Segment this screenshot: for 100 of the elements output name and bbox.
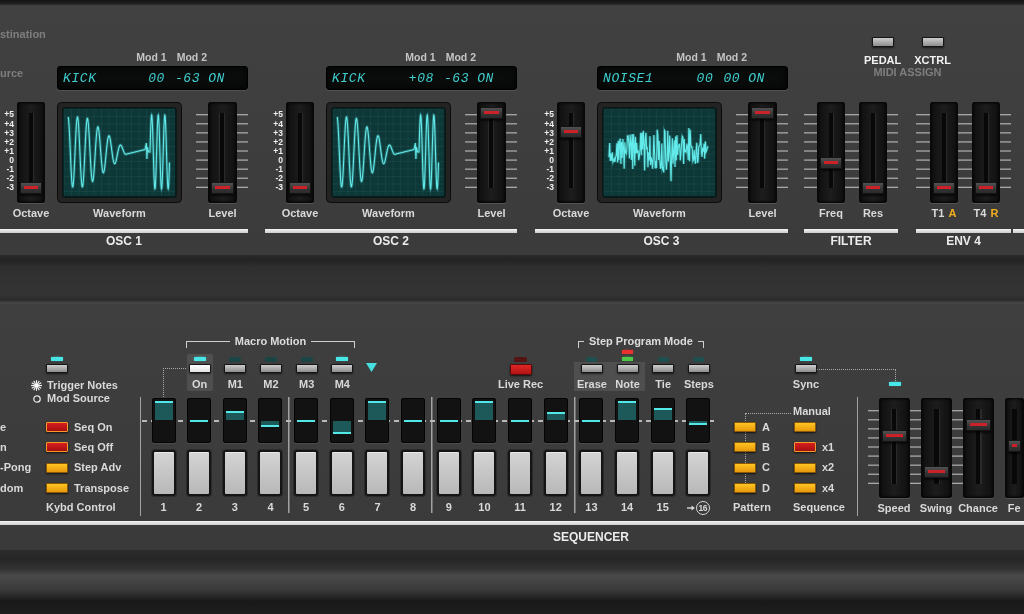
- button-label: Sync: [792, 378, 820, 391]
- step-key[interactable]: [508, 450, 533, 496]
- midi-assign-button[interactable]: [921, 37, 944, 47]
- value-marker[interactable]: [297, 419, 316, 422]
- macro-button[interactable]: [188, 364, 211, 373]
- pattern-button[interactable]: [734, 442, 756, 453]
- octave-scale-label: +1: [273, 146, 283, 156]
- sync-button[interactable]: [795, 364, 817, 373]
- pattern-button[interactable]: [734, 462, 756, 473]
- value-marker[interactable]: [332, 431, 351, 434]
- slider-handle[interactable]: [751, 107, 774, 119]
- step-key[interactable]: [365, 450, 390, 496]
- value-marker[interactable]: [653, 408, 672, 411]
- octave-scale-label: +4: [273, 119, 283, 129]
- step-key[interactable]: [294, 450, 319, 496]
- trigger-button[interactable]: [46, 364, 68, 373]
- sequence-button[interactable]: [794, 422, 816, 433]
- button-label: Steps: [683, 378, 714, 391]
- slider-handle[interactable]: [1007, 439, 1021, 452]
- midi-assign-button[interactable]: [871, 37, 894, 47]
- mode-button[interactable]: [616, 364, 639, 373]
- macro-button[interactable]: [260, 364, 282, 373]
- value-marker[interactable]: [154, 401, 173, 404]
- value-marker[interactable]: [225, 410, 244, 413]
- step-key[interactable]: [187, 450, 212, 496]
- step-key[interactable]: [258, 450, 283, 496]
- step-key[interactable]: [543, 450, 568, 496]
- pattern-button[interactable]: [734, 483, 756, 494]
- step-key[interactable]: [472, 450, 497, 496]
- value-marker[interactable]: [546, 412, 565, 415]
- macro-button[interactable]: [224, 364, 247, 373]
- slider-handle[interactable]: [881, 430, 907, 442]
- step-key[interactable]: [436, 450, 461, 496]
- step-key[interactable]: [151, 450, 176, 496]
- patch-name: KICK: [63, 70, 97, 86]
- kybd-control-button[interactable]: [46, 422, 68, 433]
- value-marker[interactable]: [190, 419, 209, 422]
- step-number: 12: [549, 501, 562, 514]
- value-marker[interactable]: [404, 419, 423, 422]
- kybd-control-button[interactable]: [46, 483, 68, 494]
- slider-track[interactable]: [923, 409, 949, 484]
- button-label: C: [762, 461, 770, 475]
- live-rec-button[interactable]: [509, 364, 532, 375]
- step-key[interactable]: [329, 450, 354, 496]
- pattern-button[interactable]: [734, 422, 756, 433]
- value-marker[interactable]: [618, 401, 637, 404]
- mod-label: Mod 2: [445, 51, 476, 63]
- tag-label: A: [948, 207, 957, 220]
- sequence-button[interactable]: [794, 442, 816, 453]
- value-marker[interactable]: [439, 419, 458, 422]
- value-marker[interactable]: [582, 419, 601, 422]
- mod-label: Mod 2: [716, 51, 747, 63]
- value-marker[interactable]: [511, 419, 530, 422]
- step-key[interactable]: [615, 450, 640, 496]
- step-number: 1: [160, 501, 167, 514]
- slider-handle[interactable]: [560, 125, 582, 138]
- starburst-icon[interactable]: [30, 380, 43, 391]
- octave-scale-label: +2: [273, 137, 283, 147]
- button-label: M3: [299, 378, 315, 391]
- sequence-button[interactable]: [794, 483, 816, 494]
- control-label: Fe: [1007, 502, 1021, 515]
- mode-button[interactable]: [652, 364, 675, 373]
- slider-handle[interactable]: [933, 182, 955, 194]
- slider-handle[interactable]: [923, 466, 949, 478]
- mode-button[interactable]: [580, 364, 603, 373]
- macro-button[interactable]: [331, 364, 354, 373]
- step-key[interactable]: [650, 450, 675, 496]
- group-title: MIDI ASSIGN: [873, 66, 942, 78]
- control-label: Swing: [919, 502, 953, 515]
- step-key[interactable]: [401, 450, 426, 496]
- value-marker[interactable]: [261, 425, 280, 428]
- bracket-line: [578, 341, 584, 348]
- step-key[interactable]: [686, 450, 711, 496]
- slider-handle[interactable]: [211, 182, 234, 194]
- kybd-control-button[interactable]: [46, 442, 68, 453]
- value-marker[interactable]: [368, 401, 387, 404]
- octave-scale-label: +3: [544, 128, 554, 138]
- step-key[interactable]: [222, 450, 247, 496]
- value-marker[interactable]: [689, 422, 708, 425]
- button-label: Tie: [655, 378, 672, 391]
- mode-button[interactable]: [687, 364, 710, 373]
- step-number: 3: [231, 501, 238, 514]
- button-label: Note: [615, 378, 640, 391]
- slider-handle[interactable]: [975, 182, 997, 194]
- slider-handle[interactable]: [820, 156, 842, 169]
- slider-handle[interactable]: [862, 182, 884, 194]
- slider-handle[interactable]: [20, 182, 42, 194]
- ring-icon[interactable]: [32, 394, 41, 403]
- slider-handle[interactable]: [965, 418, 991, 431]
- control-label: T1: [931, 207, 945, 220]
- value-marker[interactable]: [475, 401, 494, 404]
- kybd-control-button[interactable]: [46, 462, 68, 473]
- sequence-button[interactable]: [794, 462, 816, 473]
- step-key[interactable]: [579, 450, 604, 496]
- section-title: ENV 4: [946, 234, 981, 248]
- macro-button[interactable]: [295, 364, 318, 373]
- octave-scale-label: -1: [546, 165, 554, 175]
- slider-handle[interactable]: [480, 107, 503, 119]
- slider-handle[interactable]: [289, 182, 311, 194]
- scale-ticks-icon: [465, 114, 477, 188]
